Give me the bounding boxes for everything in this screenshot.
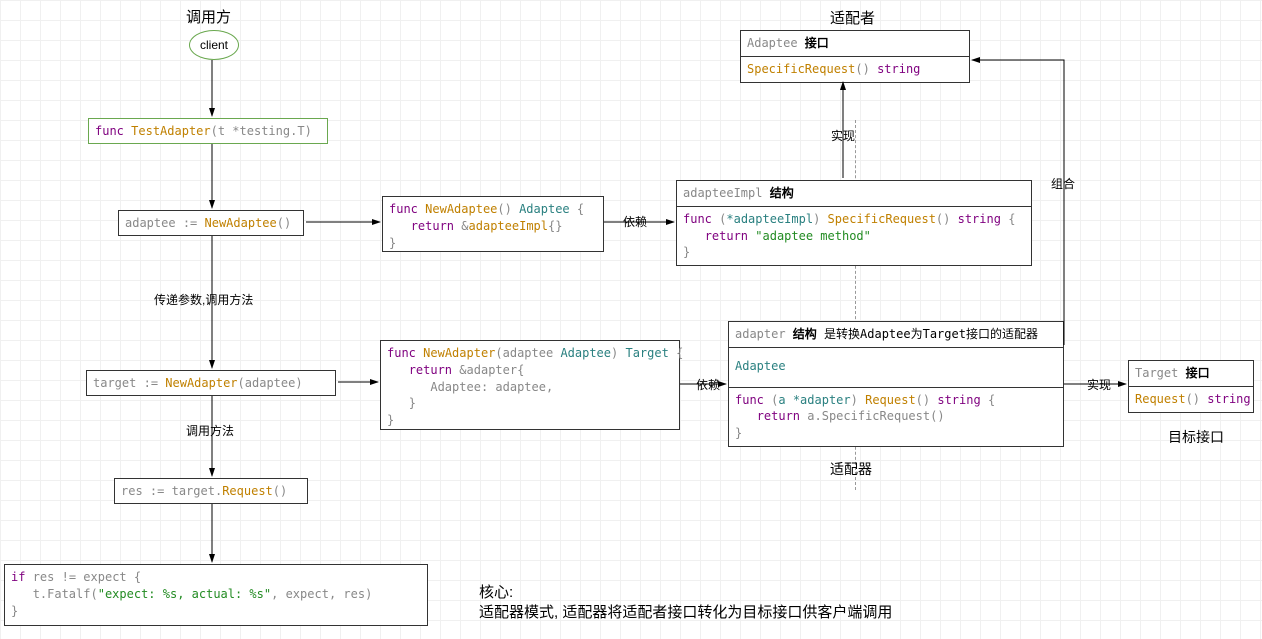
assign-res-code: res := target.Request() — [115, 479, 307, 504]
adaptee-role-header: 适配者 — [830, 7, 875, 28]
func-newadaptee-code: func NewAdaptee() Adaptee { return &adap… — [383, 197, 603, 255]
adaptee-impl-body: func (*adapteeImpl) SpecificRequest() st… — [677, 207, 1031, 265]
compose-label: 组合 — [1051, 175, 1075, 192]
client-text: client — [200, 38, 228, 52]
arrows-layer — [0, 0, 1262, 639]
assign-res-box: res := target.Request() — [114, 478, 308, 504]
adapter-header: adapter 结构 是转换Adaptee为Target接口的适配器 — [729, 322, 1063, 348]
client-node: client — [189, 30, 239, 60]
adaptee-iface-body: SpecificRequest() string — [741, 57, 969, 82]
core-title: 核心: — [479, 581, 513, 602]
assign-target-code: target := NewAdapter(adaptee) — [87, 371, 335, 396]
caller-header: 调用方 — [186, 6, 231, 27]
adapter-role-header: 适配器 — [830, 459, 872, 479]
adaptee-iface-box: Adaptee 接口 SpecificRequest() string — [740, 30, 970, 83]
depend-label-1: 依赖 — [623, 213, 647, 230]
if-block-box: if res != expect { t.Fatalf("expect: %s,… — [4, 564, 428, 626]
adaptee-impl-box: adapteeImpl 结构 func (*adapteeImpl) Speci… — [676, 180, 1032, 266]
call-method-label: 调用方法 — [186, 422, 234, 439]
func-testadapter-code: func TestAdapter(t *testing.T) — [89, 119, 327, 144]
if-block-code: if res != expect { t.Fatalf("expect: %s,… — [5, 565, 427, 623]
target-role-header: 目标接口 — [1168, 427, 1224, 447]
adapter-box: adapter 结构 是转换Adaptee为Target接口的适配器 Adapt… — [728, 321, 1064, 447]
adapter-method: func (a *adapter) Request() string { ret… — [729, 388, 1063, 446]
adaptee-iface-header: Adaptee 接口 — [741, 31, 969, 57]
func-newadaptee-box: func NewAdaptee() Adaptee { return &adap… — [382, 196, 604, 252]
func-newadapter-code: func NewAdapter(adaptee Adaptee) Target … — [381, 341, 679, 433]
target-iface-box: Target 接口 Request() string — [1128, 360, 1254, 413]
core-desc: 适配器模式, 适配器将适配者接口转化为目标接口供客户端调用 — [479, 601, 892, 622]
depend-label-2: 依赖 — [696, 376, 720, 393]
func-newadapter-box: func NewAdapter(adaptee Adaptee) Target … — [380, 340, 680, 430]
target-iface-header: Target 接口 — [1129, 361, 1253, 387]
target-iface-body: Request() string — [1129, 387, 1253, 412]
assign-target-box: target := NewAdapter(adaptee) — [86, 370, 336, 396]
adaptee-impl-header: adapteeImpl 结构 — [677, 181, 1031, 207]
func-testadapter-box: func TestAdapter(t *testing.T) — [88, 118, 328, 144]
assign-adaptee-code: adaptee := NewAdaptee() — [119, 211, 303, 236]
adapter-embed: Adaptee — [729, 348, 1063, 388]
impl-label-1: 实现 — [831, 127, 855, 144]
assign-adaptee-box: adaptee := NewAdaptee() — [118, 210, 304, 236]
impl-label-2: 实现 — [1087, 376, 1111, 393]
pass-params-label: 传递参数,调用方法 — [154, 291, 253, 308]
